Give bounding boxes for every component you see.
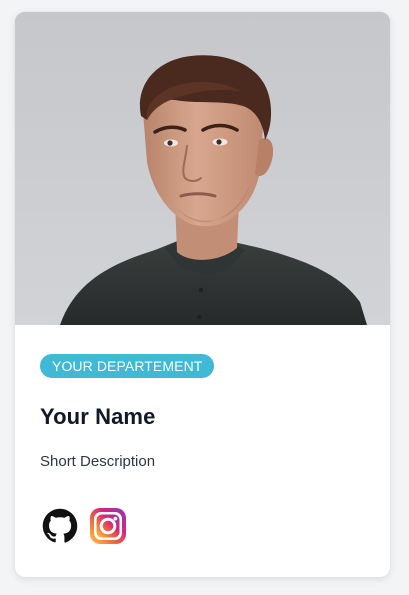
profile-description: Short Description — [40, 453, 156, 470]
instagram-icon — [90, 508, 126, 544]
social-links — [40, 506, 365, 546]
github-icon — [42, 508, 78, 543]
department-badge: YOUR DEPARTEMENT — [40, 354, 215, 378]
instagram-link[interactable] — [88, 506, 128, 546]
profile-card: YOUR DEPARTEMENT Your Name Short Descrip… — [15, 12, 390, 577]
profile-name: Your Name — [40, 404, 156, 429]
person-portrait-image — [15, 12, 390, 325]
github-link[interactable] — [40, 506, 80, 546]
profile-photo — [15, 12, 390, 325]
card-content: YOUR DEPARTEMENT Your Name Short Descrip… — [15, 325, 390, 546]
